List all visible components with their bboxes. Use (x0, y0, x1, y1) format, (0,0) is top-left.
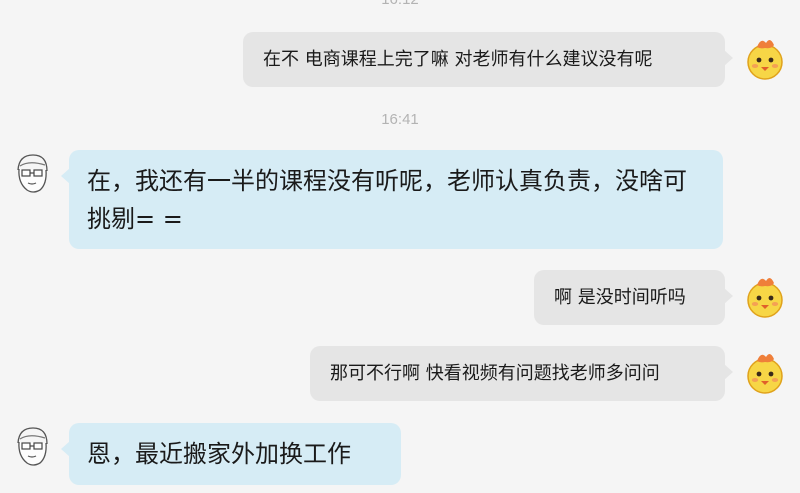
message-text: 在，我还有一半的课程没有听呢，老师认真负责，没啥可挑剔= = (87, 167, 687, 233)
bubble-tail (61, 441, 70, 457)
chick-avatar-icon[interactable] (742, 35, 788, 81)
chick-avatar-icon[interactable] (742, 273, 788, 319)
message-text: 啊 是没时间听吗 (554, 287, 686, 308)
message-bubble-incoming[interactable]: 恩，最近搬家外加换工作 (61, 423, 401, 485)
message-bubble-outgoing[interactable]: 啊 是没时间听吗 (534, 270, 733, 325)
bubble-tail (724, 50, 733, 66)
message-bubble-outgoing[interactable]: 在不 电商课程上完了嘛 对老师有什么建议没有呢 (243, 32, 733, 87)
message-text: 那可不行啊 快看视频有问题找老师多问问 (330, 363, 660, 384)
timestamp: 16:12 (0, 0, 800, 8)
bubble-tail (61, 168, 70, 184)
chick-avatar-icon[interactable] (742, 349, 788, 395)
sketch-face-avatar-icon[interactable] (9, 150, 55, 196)
timestamp: 16:41 (381, 111, 419, 128)
message-text: 恩，最近搬家外加换工作 (87, 440, 351, 468)
message-bubble-incoming[interactable]: 在，我还有一半的课程没有听呢，老师认真负责，没啥可挑剔= = (61, 150, 723, 249)
message-text: 在不 电商课程上完了嘛 对老师有什么建议没有呢 (263, 49, 653, 70)
bubble-tail (724, 288, 733, 304)
message-bubble-outgoing[interactable]: 那可不行啊 快看视频有问题找老师多问问 (310, 346, 733, 401)
bubble-tail (724, 364, 733, 380)
sketch-face-avatar-icon[interactable] (9, 423, 55, 469)
chat-conversation: 16:12 在不 电商课程上完了嘛 对老师有什么建议没有呢 16:41 在 (0, 0, 800, 493)
